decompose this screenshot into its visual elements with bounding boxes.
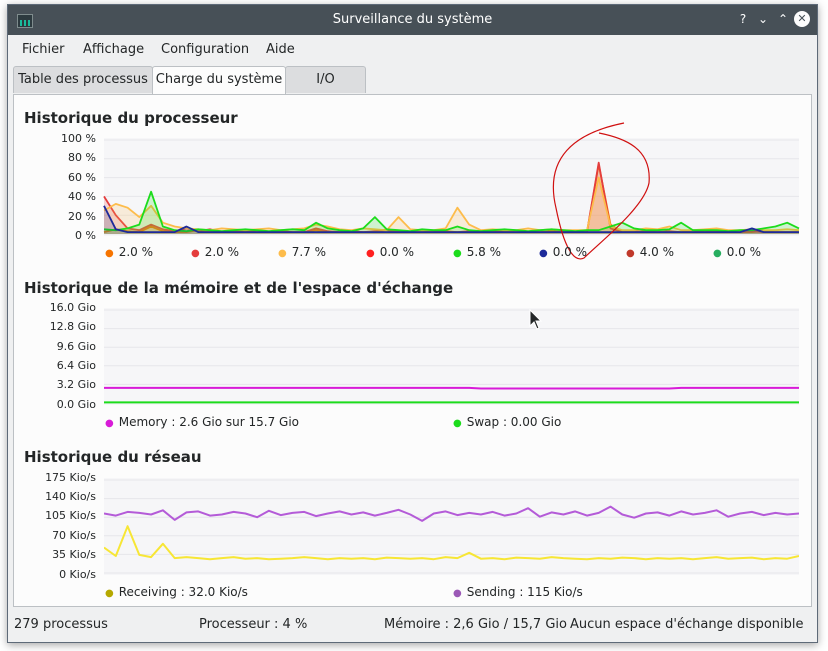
menu-aide[interactable]: Aide (266, 42, 295, 57)
system-load-panel: Historique du processeur 100 % 80 % 60 %… (13, 94, 812, 607)
close-button[interactable]: ✕ (794, 11, 810, 27)
cpu-legend-value: 0.0 % (552, 245, 588, 259)
memory-history-chart (104, 308, 799, 405)
legend-dot-icon: ● (105, 418, 114, 429)
status-process-count: 279 processus (14, 617, 108, 632)
network-history-title: Historique du réseau (24, 448, 202, 466)
cpu-y-tick: 80 % (68, 151, 96, 164)
menu-bar: Fichier Affichage Configuration Aide (8, 36, 817, 62)
series-line-memory (104, 386, 799, 390)
menu-fichier[interactable]: Fichier (22, 42, 65, 57)
receiving-legend-label: Receiving : 32.0 Kio/s (118, 585, 248, 599)
receiving-legend-item: ● Receiving : 32.0 Kio/s (105, 585, 248, 599)
network-history-chart (104, 478, 799, 575)
legend-dot-icon: ● (626, 248, 635, 259)
network-y-tick: 0 Kio/s (59, 568, 96, 581)
cpu-y-tick: 20 % (68, 210, 96, 223)
swap-legend-label: Swap : 0.00 Gio (466, 415, 562, 429)
cpu-legend-item: ● 2.0 % (105, 245, 153, 259)
network-y-tick: 105 Kio/s (45, 509, 96, 522)
cpu-legend-item: ● 0.0 % (713, 245, 761, 259)
legend-dot-icon: ● (453, 588, 462, 599)
legend-dot-icon: ● (105, 248, 114, 259)
cpu-y-tick: 60 % (68, 171, 96, 184)
memory-legend-label: Memory : 2.6 Gio sur 15.7 Gio (118, 415, 300, 429)
legend-dot-icon: ● (453, 418, 462, 429)
legend-dot-icon: ● (539, 248, 548, 259)
legend-dot-icon: ● (366, 248, 375, 259)
cpu-history-title: Historique du processeur (24, 109, 238, 127)
network-y-tick: 140 Kio/s (45, 490, 96, 503)
cpu-legend-item: ● 5.8 % (453, 245, 501, 259)
legend-dot-icon: ● (453, 248, 462, 259)
cpu-history-chart (103, 122, 800, 260)
swap-legend-item: ● Swap : 0.00 Gio (453, 415, 561, 429)
tab-table-des-processus[interactable]: Table des processus (13, 66, 153, 93)
minimize-button[interactable]: ⌄ (755, 11, 771, 27)
network-y-tick: 35 Kio/s (52, 548, 96, 561)
main-window: Surveillance du système ? ⌄ ⌃ ✕ Fichier … (7, 4, 818, 643)
network-y-tick: 70 Kio/s (52, 529, 96, 542)
memory-y-tick: 3.2 Gio (56, 378, 96, 391)
memory-legend-item: ● Memory : 2.6 Gio sur 15.7 Gio (105, 415, 299, 429)
tab-io[interactable]: I/O (285, 66, 366, 93)
menu-configuration[interactable]: Configuration (161, 42, 249, 57)
cpu-legend-item: ● 7.7 % (278, 245, 326, 259)
cpu-y-tick: 100 % (61, 132, 96, 145)
legend-dot-icon: ● (105, 588, 114, 599)
sending-legend-item: ● Sending : 115 Kio/s (453, 585, 583, 599)
cpu-legend-value: 7.7 % (291, 245, 327, 259)
mouse-pointer-icon (529, 309, 543, 330)
cpu-y-tick: 0 % (75, 229, 96, 242)
cpu-legend-value: 0.0 % (379, 245, 415, 259)
legend-dot-icon: ● (191, 248, 200, 259)
network-y-tick: 175 Kio/s (45, 471, 96, 484)
maximize-button[interactable]: ⌃ (775, 11, 791, 27)
legend-dot-icon: ● (278, 248, 287, 259)
series-line-sending (104, 505, 799, 522)
series-area (104, 177, 799, 234)
status-cpu: Processeur : 4 % (199, 617, 308, 632)
memory-y-tick: 0.0 Gio (56, 398, 96, 411)
cpu-legend-value: 5.8 % (466, 245, 502, 259)
cpu-legend-item: ● 2.0 % (191, 245, 239, 259)
legend-dot-icon: ● (713, 248, 722, 259)
memory-y-tick: 16.0 Gio (49, 301, 96, 314)
memory-history-title: Historique de la mémoire et de l'espace … (24, 279, 454, 297)
help-button[interactable]: ? (735, 11, 751, 27)
tab-charge-du-systeme[interactable]: Charge du système (152, 66, 286, 95)
memory-y-tick: 9.6 Gio (56, 340, 96, 353)
menu-affichage[interactable]: Affichage (83, 42, 144, 57)
cpu-legend-value: 2.0 % (204, 245, 240, 259)
memory-y-tick: 6.4 Gio (56, 359, 96, 372)
cpu-legend-value: 0.0 % (726, 245, 762, 259)
window-title: Surveillance du système (332, 12, 493, 27)
title-bar[interactable]: Surveillance du système ? ⌄ ⌃ ✕ (8, 5, 817, 35)
cpu-y-tick: 40 % (68, 190, 96, 203)
cpu-legend-item: ● 0.0 % (366, 245, 414, 259)
cpu-legend-value: 4.0 % (639, 245, 675, 259)
cpu-legend-value: 2.0 % (118, 245, 154, 259)
status-memory: Mémoire : 2,6 Gio / 15,7 Gio (384, 617, 567, 632)
cpu-legend-item: ● 4.0 % (626, 245, 674, 259)
status-swap: Aucun espace d'échange disponible (570, 617, 804, 632)
memory-y-tick: 12.8 Gio (49, 320, 96, 333)
cpu-legend-item: ● 0.0 % (539, 245, 587, 259)
sending-legend-label: Sending : 115 Kio/s (466, 585, 583, 599)
